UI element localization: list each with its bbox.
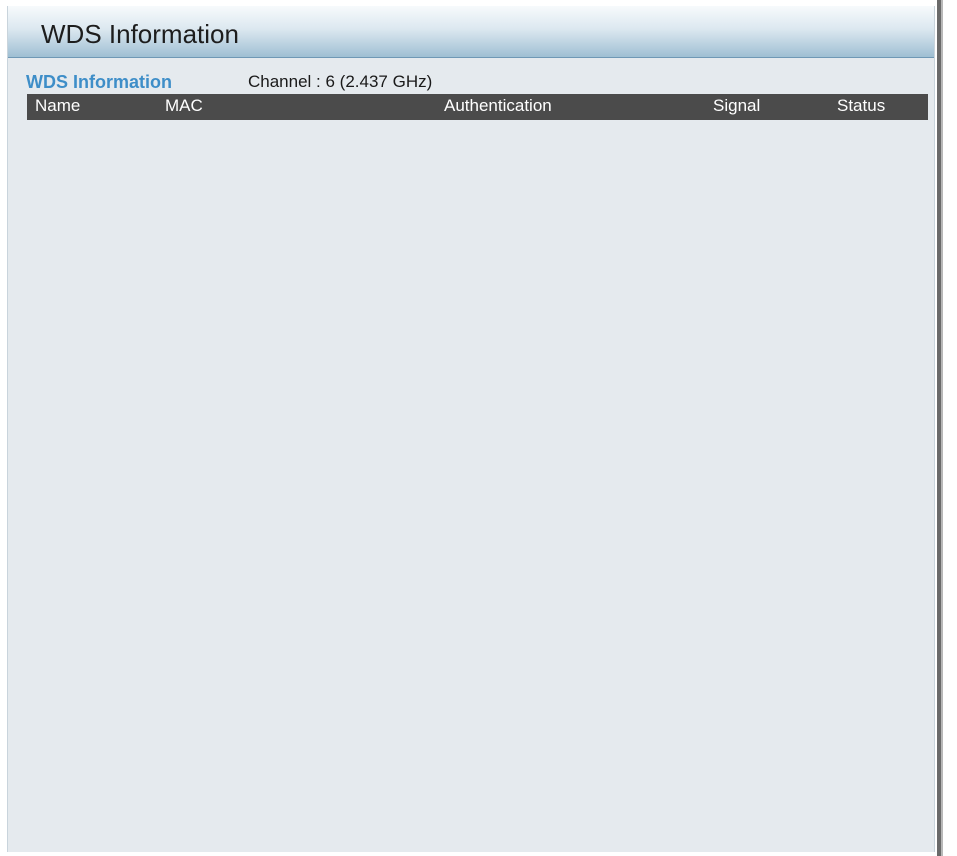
wds-table-header: Name MAC Authentication Signal Status — [27, 94, 928, 120]
column-header-status: Status — [837, 96, 886, 115]
column-header-authentication: Authentication — [444, 96, 552, 115]
right-border-inner — [941, 0, 943, 856]
page-title: WDS Information — [41, 19, 239, 49]
column-header-name: Name — [35, 96, 81, 115]
wds-information-panel: WDS Information WDS Information Channel … — [7, 6, 935, 852]
section-label: WDS Information — [26, 72, 172, 92]
column-header-signal: Signal — [713, 96, 761, 115]
panel-header: WDS Information — [8, 6, 934, 58]
channel-info: Channel : 6 (2.437 GHz) — [248, 72, 433, 91]
column-header-mac: MAC — [165, 96, 203, 115]
